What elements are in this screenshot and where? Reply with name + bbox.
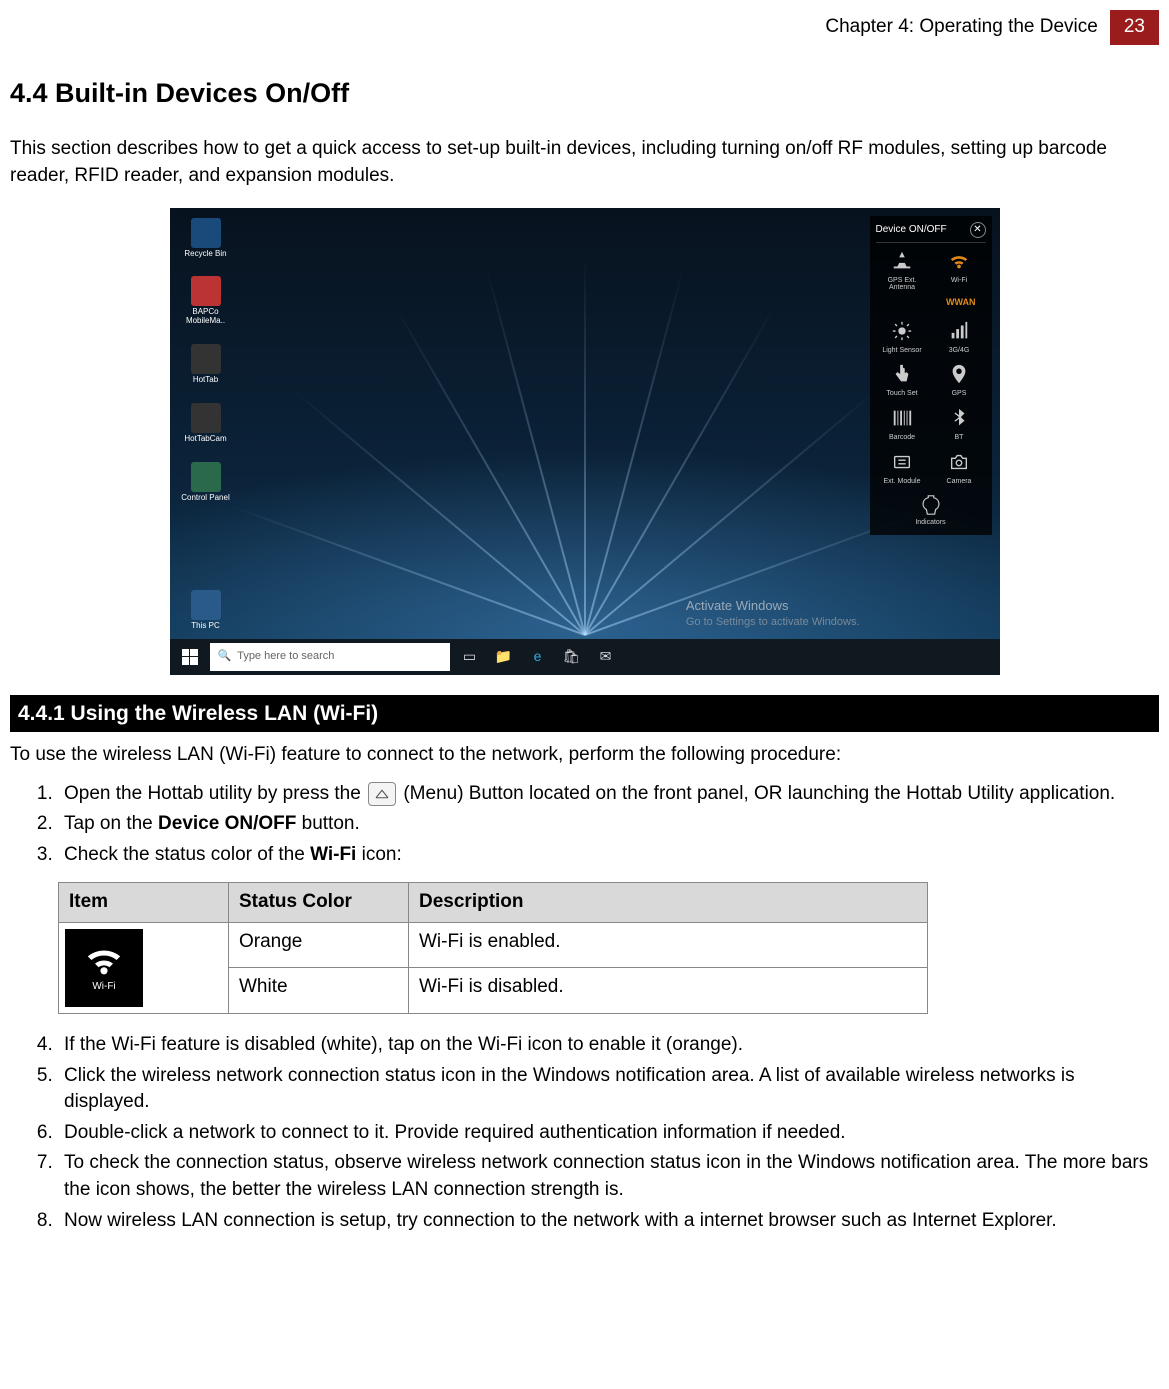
device-onoff-panel: Device ON/OFF ✕ GPS Ext. Antenna Wi-Fi W…	[870, 216, 992, 535]
steps-list-2: If the Wi-Fi feature is disabled (white)…	[58, 1032, 1159, 1234]
camera-icon[interactable]	[941, 448, 977, 476]
section-heading: 4.4 Built-in Devices On/Off	[10, 75, 1159, 113]
page-header: Chapter 4: Operating the Device 23	[10, 10, 1159, 45]
step-8: Now wireless LAN connection is setup, tr…	[58, 1208, 1159, 1235]
store-icon[interactable]: 🛍	[558, 643, 586, 671]
search-input[interactable]: 🔍 Type here to search	[210, 643, 450, 671]
step-5: Click the wireless network connection st…	[58, 1063, 1159, 1116]
desktop-icon[interactable]: BAPCo MobileMa..	[180, 276, 232, 326]
desc-white: Wi-Fi is disabled.	[409, 968, 928, 1014]
wifi-table-icon: Wi-Fi	[65, 929, 143, 1007]
th-desc: Description	[409, 883, 928, 923]
indicators-icon[interactable]	[913, 491, 949, 519]
touch-icon[interactable]	[884, 360, 920, 388]
gps-icon[interactable]	[941, 360, 977, 388]
activate-windows: Activate Windows Go to Settings to activ…	[686, 597, 860, 631]
wifi-icon-cell: Wi-Fi	[59, 922, 229, 1013]
th-item: Item	[59, 883, 229, 923]
search-placeholder: Type here to search	[237, 649, 334, 664]
chapter-title: Chapter 4: Operating the Device	[813, 10, 1110, 45]
step-2: Tap on the Device ON/OFF button.	[58, 811, 1159, 838]
subsection-heading: 4.4.1 Using the Wireless LAN (Wi-Fi)	[10, 695, 1159, 732]
steps-list-1: Open the Hottab utility by press the (Me…	[58, 781, 1159, 869]
gps-antenna-icon[interactable]	[884, 247, 920, 275]
search-icon: 🔍	[218, 649, 232, 664]
step-7: To check the connection status, observe …	[58, 1150, 1159, 1203]
desktop-icons: Recycle Bin BAPCo MobileMa.. HotTab HotT…	[180, 218, 232, 632]
bluetooth-icon[interactable]	[941, 404, 977, 432]
wifi-status-table: Item Status Color Description Wi-Fi Oran…	[58, 882, 928, 1014]
panel-title: Device ON/OFF	[876, 223, 947, 237]
ext-module-icon[interactable]	[884, 448, 920, 476]
device-screenshot: Recycle Bin BAPCo MobileMa.. HotTab HotT…	[170, 208, 1000, 675]
step-4: If the Wi-Fi feature is disabled (white)…	[58, 1032, 1159, 1059]
step-1: Open the Hottab utility by press the (Me…	[58, 781, 1159, 808]
barcode-icon[interactable]	[884, 404, 920, 432]
desktop-icon[interactable]: Recycle Bin	[180, 218, 232, 259]
procedure-intro: To use the wireless LAN (Wi-Fi) feature …	[10, 742, 1159, 769]
taskbar: 🔍 Type here to search ▭ 📁 e 🛍 ✉	[170, 639, 1000, 675]
edge-icon[interactable]: e	[524, 643, 552, 671]
desktop-icon[interactable]: HotTabCam	[180, 403, 232, 444]
start-button[interactable]	[176, 643, 204, 671]
section-intro: This section describes how to get a quic…	[10, 136, 1159, 189]
desktop-icon[interactable]: Control Panel	[180, 462, 232, 503]
wifi-icon[interactable]	[941, 247, 977, 275]
wwan-label: WWAN	[876, 296, 986, 309]
step-6: Double-click a network to connect to it.…	[58, 1120, 1159, 1147]
th-status: Status Color	[229, 883, 409, 923]
status-orange: Orange	[229, 922, 409, 968]
desktop-icon[interactable]: HotTab	[180, 344, 232, 385]
page-number: 23	[1110, 10, 1159, 45]
status-white: White	[229, 968, 409, 1014]
desc-orange: Wi-Fi is enabled.	[409, 922, 928, 968]
cell-icon[interactable]	[941, 317, 977, 345]
close-icon[interactable]: ✕	[970, 222, 986, 238]
step-3: Check the status color of the Wi-Fi icon…	[58, 842, 1159, 869]
task-view-icon[interactable]: ▭	[456, 643, 484, 671]
menu-button-icon	[368, 782, 396, 806]
file-explorer-icon[interactable]: 📁	[490, 643, 518, 671]
desktop-icon[interactable]: This PC	[180, 590, 232, 631]
mail-icon[interactable]: ✉	[592, 643, 620, 671]
light-sensor-icon[interactable]	[884, 317, 920, 345]
